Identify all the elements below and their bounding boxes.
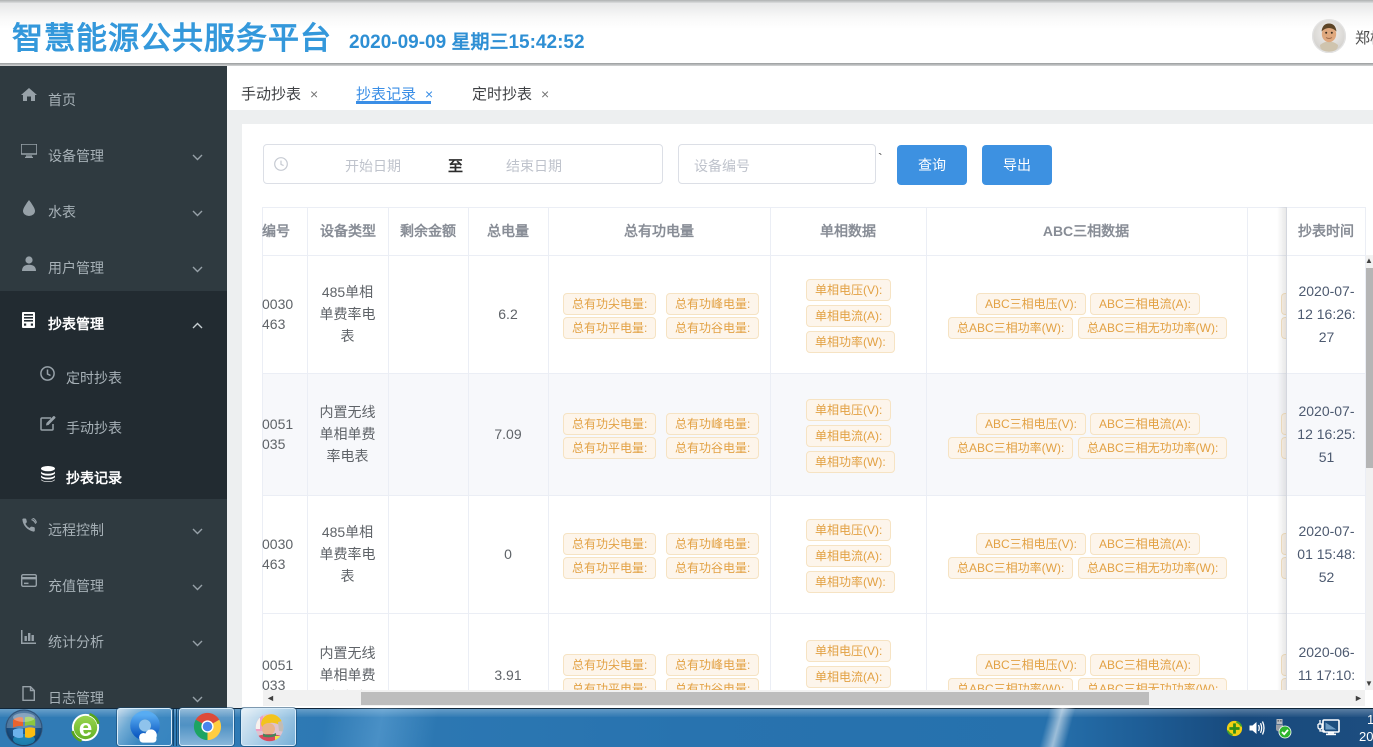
svg-text:e: e xyxy=(79,715,92,742)
